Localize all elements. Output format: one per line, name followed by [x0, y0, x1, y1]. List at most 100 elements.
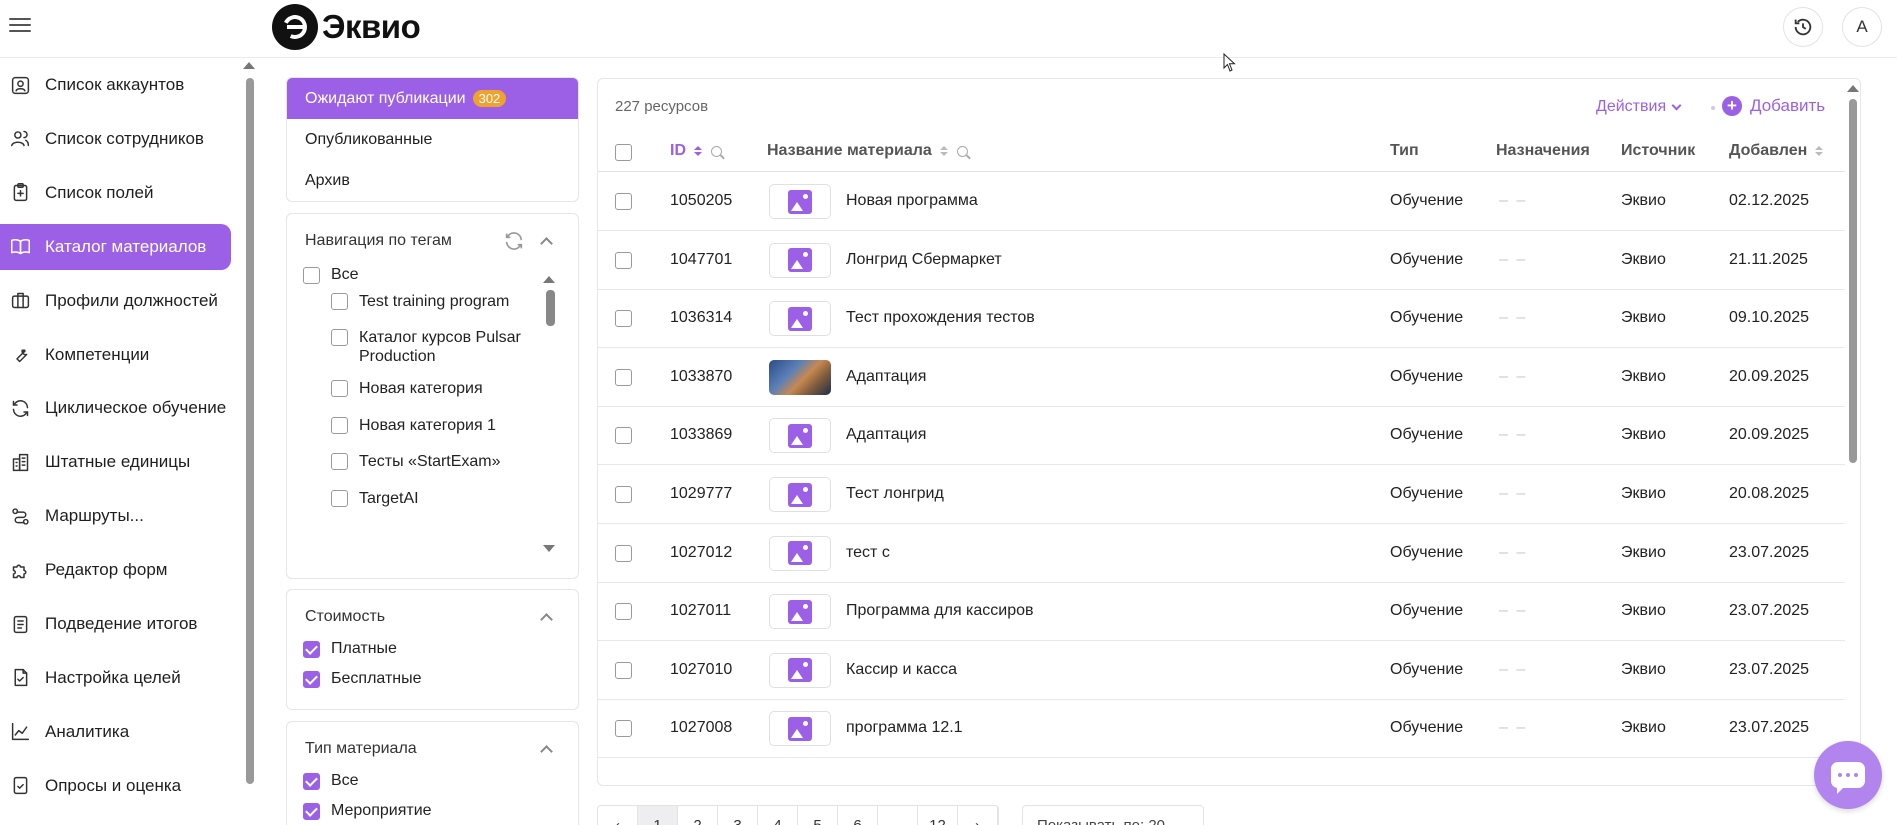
collapse-tags-chevron-icon[interactable]	[540, 237, 553, 250]
tab-published[interactable]: Опубликованные	[287, 119, 578, 160]
sidebar-item[interactable]: Опросы и оценка	[0, 763, 231, 809]
sort-icon[interactable]	[1815, 145, 1824, 157]
checkbox[interactable]	[303, 267, 320, 284]
sort-icon[interactable]	[939, 145, 948, 157]
row-checkbox[interactable]	[615, 251, 632, 269]
next-page-button[interactable]: ›	[958, 806, 998, 825]
table-row[interactable]: 1027010 Кассир и касса Обучение – – Эквио 23.…	[598, 642, 1845, 700]
checkbox[interactable]	[331, 380, 348, 397]
cell-name[interactable]: Новая программа	[846, 192, 978, 210]
sidebar-item[interactable]: Список сотрудников	[0, 116, 231, 162]
sidebar-item[interactable]: Компетенции	[0, 332, 231, 378]
column-added[interactable]: Добавлен	[1729, 142, 1824, 160]
row-checkbox[interactable]	[615, 193, 632, 210]
tag-item-checkbox[interactable]: Test training program	[331, 292, 521, 311]
logo[interactable]: Эквио	[272, 4, 421, 50]
row-checkbox[interactable]	[615, 368, 632, 386]
per-page-select[interactable]: Показывать по: 20	[1022, 805, 1204, 825]
row-checkbox[interactable]	[615, 427, 632, 445]
tags-scrollbar[interactable]	[546, 290, 555, 326]
collapse-cost-chevron-icon[interactable]	[540, 613, 553, 626]
checkbox[interactable]	[331, 417, 348, 434]
sidebar-item[interactable]: Подведение итогов	[0, 601, 231, 647]
table-row[interactable]: 1033870 Адаптация Обучение – – Эквио 20.09.20…	[598, 349, 1845, 407]
actions-dropdown[interactable]: Действия	[1596, 98, 1682, 116]
cell-name[interactable]: Тест прохождения тестов	[846, 309, 1035, 327]
tag-item-checkbox[interactable]: Новая категория 1	[331, 416, 521, 435]
checkbox[interactable]	[303, 671, 320, 688]
table-row[interactable]: 1047701 Лонгрид Сбермаркет Обучение – – Экви…	[598, 232, 1845, 290]
page-button[interactable]: 6	[838, 806, 878, 825]
table-row[interactable]: 1029777 Тест лонгрид Обучение – – Эквио 20.08…	[598, 466, 1845, 524]
cell-name[interactable]: Тест лонгрид	[846, 485, 944, 503]
row-checkbox[interactable]	[615, 720, 632, 738]
sidebar-scroll-up-icon[interactable]	[243, 62, 255, 69]
cell-name[interactable]: Адаптация	[846, 426, 926, 444]
cost-free-checkbox[interactable]: Бесплатные	[303, 670, 422, 688]
type-all-checkbox[interactable]: Все	[303, 772, 359, 790]
checkbox[interactable]	[331, 453, 348, 470]
tag-item-checkbox[interactable]: TargetAI	[331, 489, 521, 508]
cell-name[interactable]: Кассир и касса	[846, 661, 957, 679]
page-button[interactable]: 3	[718, 806, 758, 825]
cell-name[interactable]: Лонгрид Сбермаркет	[846, 251, 1002, 269]
sidebar-item[interactable]: Маршруты...	[0, 493, 231, 539]
select-all-checkbox[interactable]	[615, 144, 632, 161]
row-checkbox[interactable]	[615, 486, 632, 503]
sidebar-item[interactable]: Список аккаунтов	[0, 62, 231, 108]
sidebar-scrollbar[interactable]	[246, 78, 254, 784]
menu-icon[interactable]	[9, 15, 31, 35]
table-row[interactable]: 1027008 программа 12.1 Обучение – – Эквио 23.…	[598, 700, 1845, 759]
sort-icon[interactable]	[694, 145, 702, 157]
cell-name[interactable]: Адаптация	[846, 368, 926, 386]
page-button[interactable]: 1	[638, 806, 678, 825]
row-checkbox[interactable]	[615, 544, 632, 562]
row-checkbox[interactable]	[615, 603, 632, 621]
checkbox[interactable]	[303, 773, 320, 790]
checkbox[interactable]	[331, 293, 348, 310]
prev-page-button[interactable]: ‹	[598, 806, 638, 825]
type-event-checkbox[interactable]: Мероприятие	[303, 802, 432, 820]
cell-name[interactable]: Программа для кассиров	[846, 602, 1034, 620]
history-button[interactable]	[1783, 7, 1823, 47]
table-row[interactable]: 1036314 Тест прохождения тестов Обучение – …	[598, 290, 1845, 349]
page-button[interactable]: 5	[798, 806, 838, 825]
table-scrollbar[interactable]	[1849, 99, 1857, 463]
tab-pending[interactable]: Ожидают публикации 302	[287, 78, 578, 119]
table-row[interactable]: 1033869 Адаптация Обучение – – Эквио 20.09.20…	[598, 407, 1845, 466]
table-row[interactable]: 1027012 тест с Обучение – – Эквио 23.07.2025	[598, 525, 1845, 583]
collapse-type-chevron-icon[interactable]	[540, 745, 553, 758]
column-name[interactable]: Название материала	[767, 142, 968, 160]
sidebar-item[interactable]: Редактор форм	[0, 547, 231, 593]
chat-button[interactable]	[1814, 741, 1882, 809]
avatar[interactable]: А	[1842, 7, 1882, 47]
tag-item-checkbox[interactable]: Каталог курсов Pulsar Production	[331, 328, 521, 366]
sidebar-item[interactable]: Настройка целей	[0, 655, 231, 701]
column-id[interactable]: ID	[670, 142, 722, 160]
page-button[interactable]: 12	[918, 806, 958, 825]
cell-name[interactable]: тест с	[846, 544, 890, 562]
sidebar-item[interactable]: Каталог материалов	[0, 223, 231, 270]
checkbox[interactable]	[303, 803, 320, 820]
page-button[interactable]: 4	[758, 806, 798, 825]
row-checkbox[interactable]	[615, 310, 632, 328]
add-button[interactable]: + Добавить	[1722, 96, 1825, 116]
search-icon[interactable]	[711, 145, 722, 157]
checkbox[interactable]	[303, 641, 320, 658]
sidebar-item[interactable]: Список полей	[0, 170, 231, 216]
page-button[interactable]: ...	[878, 806, 918, 825]
tags-scroll-down-icon[interactable]	[543, 545, 555, 552]
sidebar-item[interactable]: Аналитика	[0, 709, 231, 755]
table-scroll-up-icon[interactable]	[1847, 85, 1859, 92]
checkbox[interactable]	[331, 490, 348, 507]
table-row[interactable]: 1050205 Новая программа Обучение – – Эквио 02…	[598, 173, 1845, 231]
row-checkbox[interactable]	[615, 661, 632, 679]
sidebar-item[interactable]: Профили должностей	[0, 278, 231, 324]
tag-item-checkbox[interactable]: Тесты «StartExam»	[331, 452, 521, 471]
cell-name[interactable]: программа 12.1	[846, 719, 963, 737]
tag-all-checkbox[interactable]: Все	[303, 266, 359, 284]
sidebar-item[interactable]: Штатные единицы	[0, 439, 231, 485]
cost-paid-checkbox[interactable]: Платные	[303, 640, 397, 658]
search-icon[interactable]	[956, 145, 968, 157]
tag-item-checkbox[interactable]: Новая категория	[331, 379, 521, 398]
